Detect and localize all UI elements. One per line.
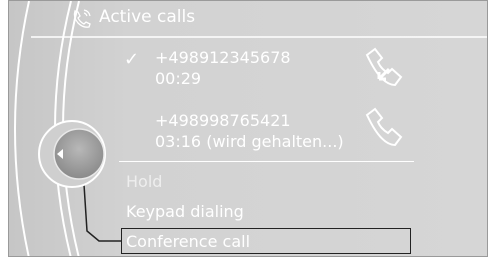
menu-item-conference-call[interactable]: Conference call [126,232,250,251]
page-title: Active calls [99,7,196,27]
call-2-duration: 03:16 (wird gehalten...) [155,132,344,151]
call-1-duration: 00:29 [155,69,202,88]
back-arrow-icon[interactable] [37,119,107,189]
phone-handset-incoming-icon [365,47,403,87]
call-1-number: +498912345678 [155,48,291,67]
menu-divider [119,161,414,162]
active-call-checkmark: ✓ [124,49,140,70]
call-2-number: +498998765421 [155,111,291,130]
menu-item-hold[interactable]: Hold [126,172,162,191]
menu-item-keypad-dialing[interactable]: Keypad dialing [126,202,244,221]
phone-handset-icon [365,107,403,147]
idrive-screen: Active calls ✓ +498912345678 00:29 +4989… [8,0,488,257]
phone-call-icon [73,9,91,28]
